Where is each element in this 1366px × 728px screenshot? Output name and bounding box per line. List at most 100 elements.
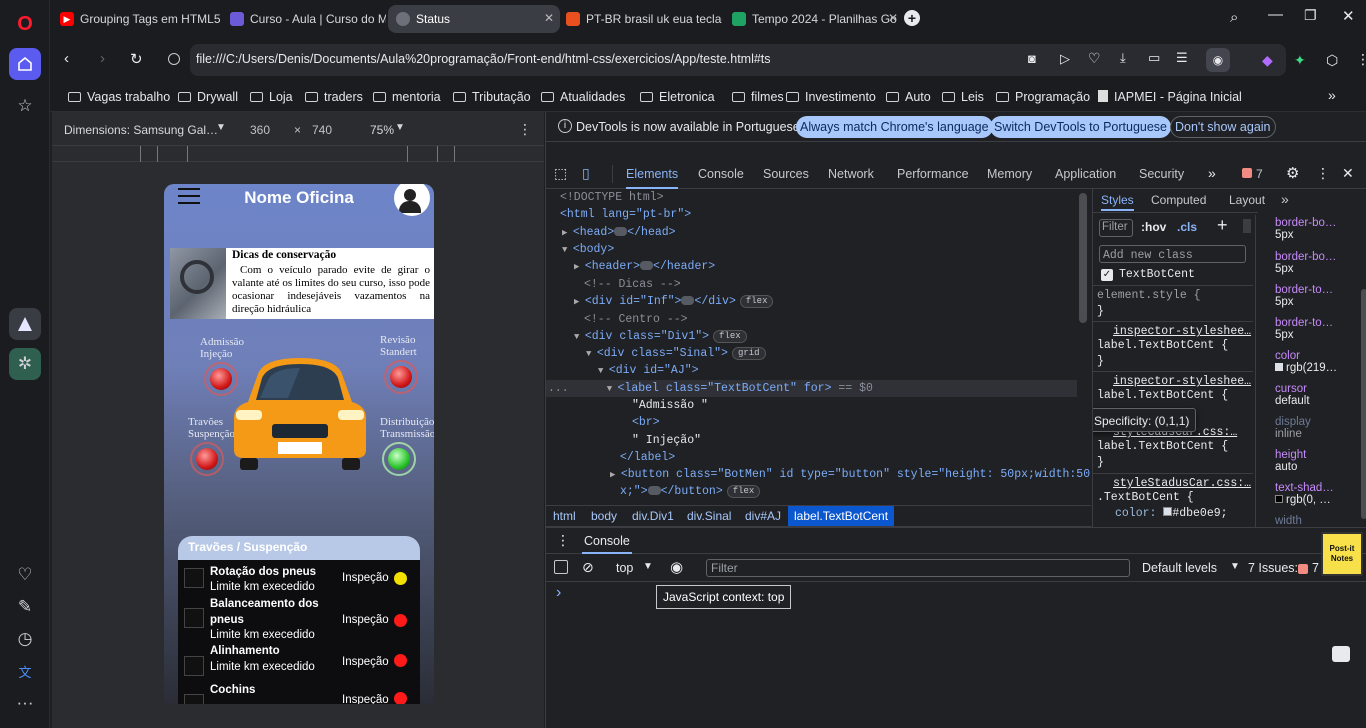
console-prompt[interactable]: › [556, 584, 561, 602]
bookmark-folder[interactable]: Investimento [786, 90, 876, 104]
tab-status[interactable]: Status ✕ [388, 5, 560, 33]
tab-sources[interactable]: Sources [763, 159, 809, 189]
device-toggle-icon[interactable]: ▯ [582, 165, 590, 182]
battery-saver-icon[interactable]: ▭ [1148, 50, 1160, 66]
tab-grouping-tags[interactable]: ▶ Grouping Tags em HTML5 [52, 5, 220, 33]
new-rule-plus-icon[interactable]: + [1217, 215, 1228, 236]
notes-widget-icon[interactable] [1332, 646, 1350, 662]
tab-console[interactable]: Console [698, 159, 744, 189]
tab-memory[interactable]: Memory [987, 159, 1032, 189]
customize-dots-icon[interactable]: ⋮ [1316, 165, 1330, 182]
site-info-icon[interactable] [168, 53, 180, 65]
bookmark-folder[interactable]: Drywall [178, 90, 238, 104]
styles-filter-input[interactable]: Filter [1099, 219, 1133, 237]
more-tabs-icon[interactable]: » [1208, 165, 1216, 181]
tab-layout[interactable]: Layout [1229, 193, 1265, 207]
zoom-select[interactable]: 75% [370, 123, 394, 137]
issues-count[interactable]: 7 [1256, 167, 1263, 181]
device-select[interactable]: Dimensions: Samsung Gal… [64, 123, 218, 137]
new-tab-plus-icon[interactable]: + [904, 10, 920, 26]
tab-application[interactable]: Application [1055, 159, 1116, 189]
post-it-notes-icon[interactable]: Post-it Notes [1321, 532, 1363, 576]
snapshot-camera-icon[interactable]: ◙ [1028, 51, 1036, 66]
console-drawer-tab[interactable]: Console [582, 528, 632, 554]
bookmark-folder[interactable]: Atualidades [541, 90, 625, 104]
bookmark-page[interactable]: IAPMEI - Página Inicial [1098, 90, 1242, 104]
minimize-icon[interactable]: — [1268, 6, 1283, 23]
translate-icon[interactable]: 文 [9, 655, 41, 687]
rule-source-link[interactable]: inspector-styleshee… [1113, 325, 1251, 338]
favorites-heart-icon[interactable]: ♡ [9, 559, 41, 591]
breadcrumb-item[interactable]: html [553, 509, 576, 523]
restore-icon[interactable]: ❐ [1304, 7, 1317, 24]
match-language-button[interactable]: Always match Chrome's language [796, 116, 993, 138]
dom-tree[interactable]: <!DOCTYPE html> <html lang="pt-br"> ▶ <h… [546, 189, 1091, 505]
back-icon[interactable]: ‹ [64, 50, 69, 67]
bookmark-folder[interactable]: Programação [996, 90, 1090, 104]
log-levels-select[interactable]: Default levels [1142, 561, 1217, 575]
add-class-input[interactable]: Add new class [1099, 245, 1246, 263]
more-bookmarks-icon[interactable]: » [1328, 87, 1336, 103]
hov-toggle[interactable]: :hov [1141, 220, 1166, 234]
speed-dial-star-icon[interactable]: ☆ [9, 90, 41, 122]
tab-security[interactable]: Security [1139, 159, 1184, 189]
home-icon[interactable] [9, 48, 41, 80]
bookmark-folder[interactable]: Eletronica [640, 90, 715, 104]
tab-curso-aula[interactable]: Curso - Aula | Curso do M [222, 5, 386, 33]
media-query-bar[interactable] [52, 146, 544, 162]
item-checkbox[interactable] [184, 568, 204, 588]
cls-toggle[interactable]: .cls [1177, 220, 1197, 234]
breadcrumb-item-active[interactable]: label.TextBotCent [788, 506, 895, 526]
breadcrumb-item[interactable]: div.Div1 [632, 509, 674, 523]
live-expression-eye-icon[interactable]: ◉ [670, 558, 683, 576]
breadcrumb-item[interactable]: div.Sinal [687, 509, 731, 523]
close-devtools-icon[interactable]: ✕ [1342, 165, 1354, 182]
settings-gear-icon[interactable]: ⚙ [1286, 164, 1299, 182]
chatgpt-icon[interactable]: ✲ [9, 348, 41, 380]
pinboard-icon[interactable]: ✎ [9, 591, 41, 623]
styles-toolbar-more-icon[interactable] [1243, 219, 1251, 233]
bookmark-folder[interactable]: Vagas trabalho [68, 90, 170, 104]
history-clock-icon[interactable]: ◷ [9, 623, 41, 655]
close-tab-icon[interactable]: ✕ [888, 11, 898, 25]
profile-icon[interactable]: ◉ [1206, 48, 1230, 72]
extension-figure-icon[interactable]: ✦ [1294, 52, 1306, 69]
switch-language-button[interactable]: Switch DevTools to Portuguese [990, 116, 1172, 138]
breadcrumb-item[interactable]: body [591, 509, 617, 523]
rule-source-link[interactable]: styleStadusCar.css:… [1113, 477, 1251, 490]
item-checkbox[interactable] [184, 608, 204, 628]
tab-elements[interactable]: Elements [626, 159, 679, 189]
extension-pencil-icon[interactable]: ◆ [1262, 52, 1273, 69]
forward-icon[interactable]: › [100, 50, 105, 67]
console-filter-input[interactable]: Filter [706, 559, 1130, 577]
context-select[interactable]: top [616, 561, 633, 575]
drawer-menu-icon[interactable]: ⋮ [556, 532, 570, 549]
download-icon[interactable]: ⤓ [1120, 50, 1126, 66]
height-input[interactable]: 740 [312, 123, 332, 137]
heart-bookmark-icon[interactable]: ♡ [1088, 50, 1101, 67]
more-dots-icon[interactable]: ··· [9, 687, 41, 719]
item-checkbox[interactable] [184, 694, 204, 704]
width-input[interactable]: 360 [250, 123, 270, 137]
add-user-button[interactable] [394, 184, 430, 216]
computed-scrollbar[interactable] [1361, 289, 1366, 519]
rule-source-link[interactable]: inspector-styleshee… [1113, 375, 1251, 388]
close-tab-icon[interactable]: ✕ [544, 11, 554, 25]
menu-dots-icon[interactable]: ⋮ [1356, 51, 1366, 68]
bookmark-folder[interactable]: traders [305, 90, 363, 104]
inspect-element-icon[interactable]: ⬚ [554, 165, 567, 182]
bookmark-folder[interactable]: Auto [886, 90, 931, 104]
search-tabs-icon[interactable]: ⌕ [1230, 9, 1238, 26]
bookmark-folder[interactable]: mentoria [373, 90, 441, 104]
issues-link[interactable]: 7 Issues: [1248, 561, 1298, 575]
signal-revisao[interactable] [384, 360, 418, 394]
more-panes-icon[interactable]: » [1281, 191, 1289, 207]
bookmark-folder[interactable]: Leis [942, 90, 984, 104]
bookmark-folder[interactable]: Tributação [453, 90, 531, 104]
signal-travoes[interactable] [190, 442, 224, 476]
sidebar-toggle-icon[interactable] [554, 560, 568, 574]
dont-show-button[interactable]: Don't show again [1170, 116, 1276, 138]
class-checkbox[interactable]: ✓ [1101, 269, 1113, 281]
issues-count[interactable]: 7 [1312, 561, 1319, 575]
tab-ptbr-teclado[interactable]: PT-BR brasil uk eua teclad [558, 5, 722, 33]
